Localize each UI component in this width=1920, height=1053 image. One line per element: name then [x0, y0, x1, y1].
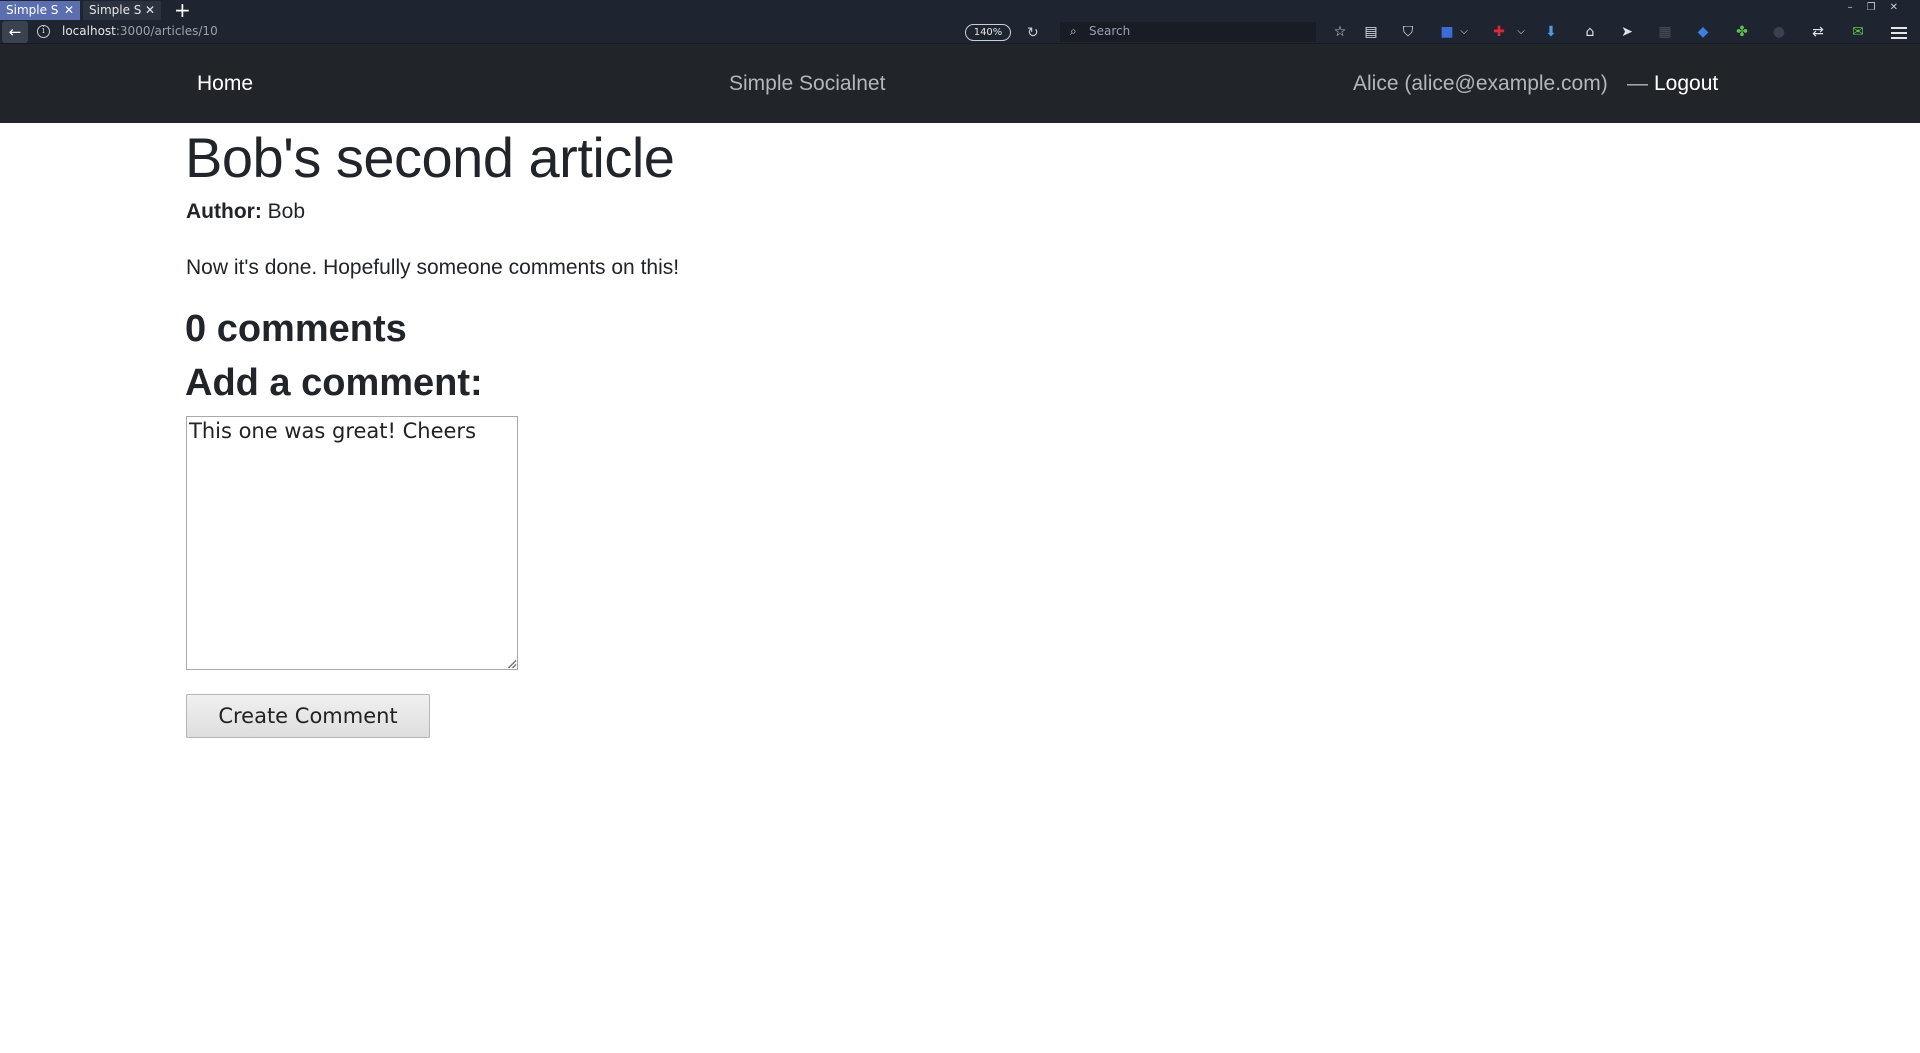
notification-icon[interactable]: ✉ [1850, 24, 1866, 40]
chevron-down-icon[interactable]: ⌵ [1513, 24, 1529, 40]
dot-icon[interactable]: ● [1771, 24, 1787, 40]
add-comment-heading: Add a comment: [185, 362, 483, 404]
download-icon[interactable]: ⬇ [1543, 24, 1559, 40]
menu-icon[interactable] [1891, 24, 1907, 40]
article-body: Now it's done. Hopefully someone comment… [186, 256, 680, 279]
url-text[interactable]: localhost:3000/articles/10 [62, 24, 218, 38]
restore-icon[interactable]: ❐ [1867, 2, 1890, 13]
tab-title: Simple Socialnet [89, 3, 141, 17]
search-icon: ⌕ [1070, 24, 1077, 38]
container-icon[interactable]: ✚ [1491, 24, 1507, 40]
search-placeholder: Search [1089, 24, 1131, 38]
info-icon[interactable]: i [37, 25, 50, 38]
puzzle-icon[interactable]: ✤ [1734, 24, 1750, 40]
tab-title: Simple Socialnet [6, 3, 58, 17]
site-brand: Simple Socialnet [729, 72, 886, 95]
window-controls: –❐✕ [1848, 2, 1912, 13]
reading-list-icon[interactable]: ▤ [1363, 24, 1379, 40]
browser-tab[interactable]: Simple Socialnet ✕ [83, 1, 161, 20]
bookmark-icon[interactable]: ■ [1439, 24, 1455, 40]
url-host: localhost [62, 24, 116, 38]
current-user: Alice (alice@example.com) [1353, 72, 1608, 95]
comment-textarea[interactable]: This one was great! Cheers [186, 416, 518, 670]
nav-separator: — [1627, 72, 1648, 95]
home-icon[interactable]: ⌂ [1582, 24, 1598, 40]
extension-icon[interactable]: ◆ [1695, 24, 1711, 40]
create-comment-button[interactable]: Create Comment [186, 694, 430, 738]
tab-close-icon[interactable]: ✕ [64, 1, 74, 20]
close-window-icon[interactable]: ✕ [1890, 2, 1912, 13]
zoom-level-badge[interactable]: 140% [965, 24, 1011, 41]
url-path: :3000/articles/10 [115, 24, 218, 38]
back-arrow-icon[interactable]: ← [2, 21, 28, 43]
grid-icon[interactable]: ▦ [1657, 24, 1673, 40]
address-bar[interactable]: i localhost:3000/articles/10 140% ↻ [31, 22, 1084, 42]
sync-icon[interactable]: ⇄ [1810, 24, 1826, 40]
logout-link[interactable]: Logout [1654, 72, 1718, 96]
browser-nav-bar: ← i localhost:3000/articles/10 140% ↻ ⌕ … [0, 20, 1920, 44]
tab-close-icon[interactable]: ✕ [145, 1, 155, 20]
site-header: Home Simple Socialnet Alice (alice@examp… [0, 44, 1920, 123]
browser-tab-bar: Simple Socialnet ✕ Simple Socialnet ✕ + … [0, 0, 1920, 21]
send-icon[interactable]: ➤ [1619, 24, 1635, 40]
browser-tab-active[interactable]: Simple Socialnet ✕ [0, 1, 80, 20]
pocket-icon[interactable]: ⛉ [1400, 24, 1416, 40]
nav-home-link[interactable]: Home [197, 72, 253, 96]
browser-search-box[interactable]: ⌕ Search [1060, 22, 1316, 42]
reload-icon[interactable]: ↻ [1027, 25, 1039, 41]
author-line: Author: Bob [186, 200, 305, 224]
new-tab-button[interactable]: + [174, 0, 191, 21]
star-icon[interactable]: ☆ [1332, 24, 1348, 40]
author-label: Author: [186, 200, 262, 223]
minimize-icon[interactable]: – [1848, 2, 1867, 13]
comments-count-heading: 0 comments [185, 308, 407, 350]
author-name: Bob [267, 200, 306, 223]
resize-grip-icon[interactable] [505, 657, 517, 669]
article-title: Bob's second article [185, 126, 675, 189]
chevron-down-icon[interactable]: ⌵ [1456, 24, 1472, 40]
